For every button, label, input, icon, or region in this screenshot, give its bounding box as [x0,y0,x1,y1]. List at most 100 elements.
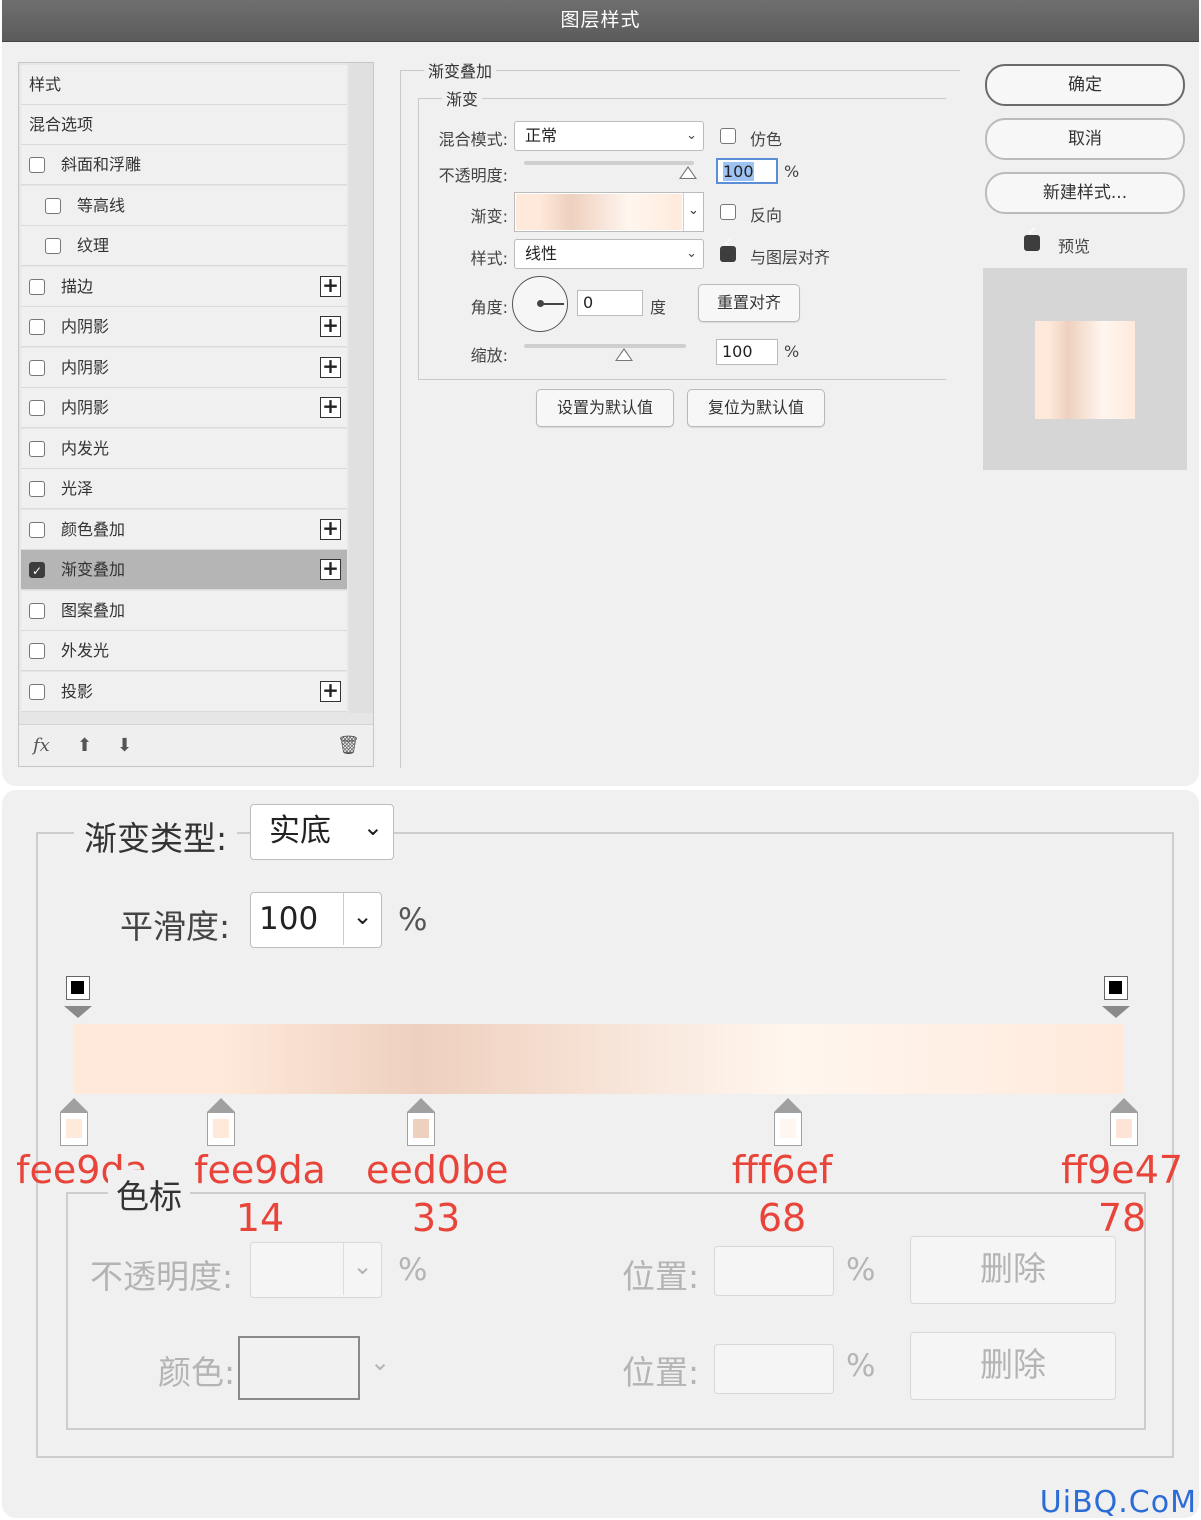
gradient-type-select[interactable]: 实底 ⌄ [250,804,394,860]
style-item[interactable]: 图案叠加 [21,590,347,631]
new-style-button[interactable]: 新建样式... [985,172,1185,214]
style-item[interactable]: 描边 + [21,266,347,307]
opacity-stop-left[interactable] [64,976,92,1020]
trash-icon[interactable]: 🗑 [337,735,360,756]
style-item[interactable]: 斜面和浮雕 [21,145,347,185]
style-item-checkbox[interactable] [29,602,45,619]
preview-area [983,268,1187,470]
style-item[interactable]: 渐变叠加 + [21,550,347,591]
scale-slider-thumb[interactable] [615,348,633,361]
chevron-down-icon[interactable]: ⌄ [343,893,381,945]
move-down-icon[interactable]: ⬇ [117,735,132,756]
style-item[interactable]: 内阴影 + [21,307,347,347]
layer-style-dialog: 图层样式 样式 混合选项 斜面和浮雕 等高线 纹理 描边 + 内阴影 + 内阴影 + 内阴影 + 内发… [2,0,1199,786]
gradient-bar[interactable] [74,1024,1124,1094]
style-item[interactable]: 内阴影 + [21,388,347,428]
color-stop[interactable] [406,1098,436,1154]
color-stop[interactable] [1109,1098,1139,1154]
color-stop-hex: ff9e47 [1060,1148,1184,1192]
stop-opacity-unit: % [398,1252,428,1288]
style-item-label: 内阴影 [61,398,110,417]
style-list-scrollbar[interactable] [349,63,373,713]
style-item[interactable]: 内发光 [21,428,347,469]
style-item-checkbox[interactable] [29,551,45,591]
opacity-slider[interactable] [524,161,694,165]
set-default-button[interactable]: 设置为默认值 [536,389,674,427]
add-effect-icon[interactable]: + [320,680,341,702]
style-item-checkbox[interactable] [29,278,45,295]
style-item[interactable]: 颜色叠加 + [21,509,347,550]
opacity-slider-thumb[interactable] [679,166,697,179]
gradient-subgroup-title: 渐变 [442,86,483,110]
add-effect-icon[interactable]: + [320,315,341,337]
scale-slider[interactable] [524,344,686,348]
style-item-checkbox[interactable] [29,157,45,173]
scale-input[interactable]: 100 [716,339,778,365]
opacity-stop-right[interactable] [1102,976,1130,1020]
preview-checkbox[interactable] [1024,224,1040,251]
add-effect-icon[interactable]: + [320,396,341,418]
style-item-label: 投影 [61,681,94,701]
style-header-label: 样式 [29,75,62,94]
style-item-checkbox[interactable] [29,319,45,335]
style-item-checkbox[interactable] [29,481,45,497]
opacity-position-input[interactable] [714,1246,834,1296]
delete-color-stop-button[interactable]: 删除 [910,1332,1116,1400]
gradient-style-select[interactable]: 线性 ⌄ [514,239,704,269]
style-item-checkbox[interactable] [29,440,45,457]
style-list: 样式 混合选项 斜面和浮雕 等高线 纹理 描边 + 内阴影 + 内阴影 + 内阴影 + 内发光 光泽 颜色… [18,62,374,767]
color-stop[interactable] [773,1098,803,1154]
angle-dial[interactable] [512,276,568,332]
opacity-position-unit: % [846,1252,876,1288]
color-position-input[interactable] [714,1344,834,1394]
opacity-input[interactable]: 100 [716,158,778,184]
add-effect-icon[interactable]: + [320,275,341,297]
reverse-checkbox[interactable] [720,204,736,220]
gradient-picker[interactable]: ⌄ [514,192,704,232]
move-up-icon[interactable]: ⬆ [77,735,92,756]
style-item-checkbox[interactable] [29,643,45,659]
ok-button[interactable]: 确定 [985,64,1185,106]
smoothness-input[interactable]: 100 ⌄ [250,892,382,948]
chevron-down-icon[interactable]: ⌄ [683,193,703,231]
angle-input[interactable]: 0 [577,290,643,316]
reverse-label: 反向 [750,206,783,225]
style-item[interactable]: 光泽 [21,469,347,509]
blend-options-item[interactable]: 混合选项 [21,105,347,145]
align-with-layer-checkbox[interactable] [720,235,736,262]
reset-default-button[interactable]: 复位为默认值 [687,389,825,427]
style-item-checkbox[interactable] [45,197,61,214]
stop-opacity-input[interactable]: ⌄ [250,1242,382,1298]
smoothness-unit: % [398,902,428,938]
color-stop[interactable] [206,1098,236,1154]
style-item[interactable]: 纹理 [21,226,347,266]
style-item-checkbox[interactable] [29,683,45,700]
style-item[interactable]: 投影 + [21,671,347,712]
style-item[interactable]: 等高线 [21,185,347,226]
add-effect-icon[interactable]: + [320,558,341,580]
add-effect-icon[interactable]: + [320,518,341,540]
delete-opacity-stop-button[interactable]: 删除 [910,1236,1116,1304]
style-item[interactable]: 外发光 [21,631,347,671]
style-item-checkbox[interactable] [29,359,45,376]
reset-align-button[interactable]: 重置对齐 [698,284,800,322]
style-item-checkbox[interactable] [29,400,45,416]
fx-icon[interactable]: fx [33,735,50,756]
gradient-type-value: 实底 [269,813,331,849]
style-item[interactable]: 内阴影 + [21,347,347,388]
blend-mode-select[interactable]: 正常 ⌄ [514,121,704,151]
dither-checkbox[interactable] [720,128,736,144]
cancel-button[interactable]: 取消 [985,118,1185,160]
color-stop[interactable] [59,1098,89,1154]
chevron-down-icon[interactable]: ⌄ [370,1348,390,1376]
opacity-position-label: 位置: [622,1257,700,1296]
add-effect-icon[interactable]: + [320,356,341,378]
style-list-header[interactable]: 样式 [21,65,347,105]
style-item-checkbox[interactable] [45,238,61,254]
style-item-label: 纹理 [77,236,110,255]
gradient-preview-swatch[interactable] [516,194,682,230]
style-item-checkbox[interactable] [29,521,45,538]
stop-color-swatch[interactable] [238,1336,360,1400]
smoothness-value: 100 [259,901,319,937]
chevron-down-icon[interactable]: ⌄ [343,1243,381,1295]
